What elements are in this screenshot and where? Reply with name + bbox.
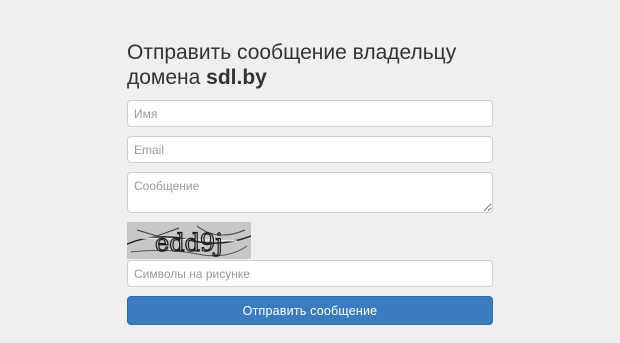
form-title-text: Отправить сообщение владельцу домена <box>127 41 457 89</box>
domain-name: sdl.by <box>206 66 267 89</box>
email-input[interactable] <box>127 136 493 163</box>
send-message-button[interactable]: Отправить сообщение <box>127 296 493 325</box>
contact-form: Отправить сообщение владельцу домена sdl… <box>127 40 493 325</box>
captcha-image: edd9j <box>127 222 251 259</box>
captcha-drawing: edd9j <box>127 222 251 259</box>
captcha-text: edd9j <box>155 229 223 257</box>
captcha-input[interactable] <box>127 260 493 287</box>
form-title: Отправить сообщение владельцу домена sdl… <box>127 40 493 90</box>
name-input[interactable] <box>127 100 493 127</box>
message-textarea[interactable] <box>127 172 493 213</box>
